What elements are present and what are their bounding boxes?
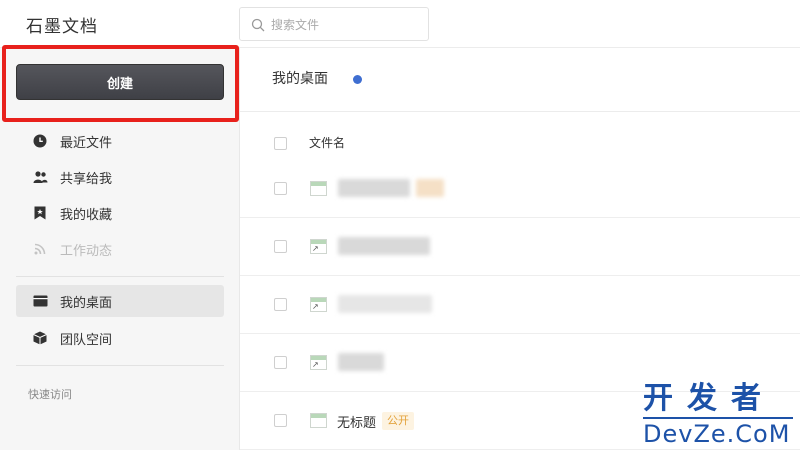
cube-icon [32,330,48,346]
column-header-filename[interactable]: 文件名 [309,134,345,151]
file-name-redacted [338,237,430,255]
watermark-en: DevZe.CoM [643,420,791,448]
sidebar-item-shared[interactable]: 共享给我 [16,161,224,193]
column-header: 文件名 [240,128,800,158]
row-checkbox[interactable] [274,298,287,311]
file-row[interactable]: ↗ [240,276,800,334]
sidebar-item-label: 团队空间 [60,332,113,348]
watermark-cn: 开发者 [643,381,775,416]
search-icon [251,18,265,32]
shortcut-sheet-file-icon: ↗ [310,355,327,370]
select-all-checkbox[interactable] [274,137,287,150]
status-dot [353,75,362,84]
sidebar-item-activity[interactable]: 工作动态 [16,233,224,265]
row-checkbox[interactable] [274,356,287,369]
watermark-rule [643,417,793,419]
sheet-file-icon [310,181,327,196]
sheet-file-icon [310,413,327,428]
bookmark-icon [32,205,48,221]
file-row[interactable]: ↗ [240,218,800,276]
row-checkbox[interactable] [274,240,287,253]
sidebar-item-label: 最近文件 [60,135,113,151]
people-icon [32,169,48,185]
sidebar-item-label: 共享给我 [60,171,113,187]
search-box[interactable] [239,7,429,41]
top-bar: 石墨文档 [0,0,800,48]
sidebar-item-label: 我的桌面 [60,295,113,311]
shortcut-sheet-file-icon: ↗ [310,297,327,312]
row-checkbox[interactable] [274,414,287,427]
file-name: 无标题 [337,416,377,431]
sidebar-item-label: 工作动态 [60,243,113,259]
quick-access-label: 快速访问 [28,388,72,401]
sidebar-item-favorites[interactable]: 我的收藏 [16,197,224,229]
app-logo[interactable]: 石墨文档 [26,12,98,37]
desktop-icon [32,293,48,309]
divider [16,365,224,366]
site-watermark: 开发者 DevZe.CoM [643,382,793,447]
file-name-redacted [338,295,432,313]
shortcut-sheet-file-icon: ↗ [310,239,327,254]
divider [16,276,224,277]
create-button[interactable]: 创建 [16,64,224,100]
public-badge: 公开 [382,412,414,430]
sidebar-item-desktop[interactable]: 我的桌面 [16,285,224,317]
file-row[interactable] [240,160,800,218]
file-name-redacted [338,353,384,371]
sidebar-item-team[interactable]: 团队空间 [16,322,224,354]
divider [240,111,800,112]
row-checkbox[interactable] [274,182,287,195]
page-title: 我的桌面 [272,71,328,87]
clock-icon [32,133,48,149]
search-input[interactable] [271,15,421,35]
sidebar-item-recent[interactable]: 最近文件 [16,125,224,157]
rss-icon [32,241,48,257]
file-badge-redacted [416,179,444,197]
file-name-redacted [338,179,410,197]
sidebar: 创建 最近文件 共享给我 我的收藏 工作动态 我的桌面 团队空间 快速访问 [0,45,240,450]
sidebar-item-label: 我的收藏 [60,207,113,223]
